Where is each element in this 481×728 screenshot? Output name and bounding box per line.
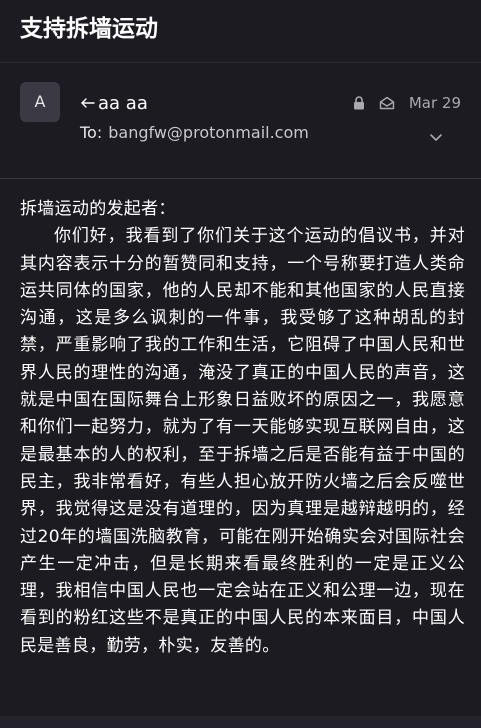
envelope-open-icon[interactable] xyxy=(379,96,395,110)
message-header[interactable]: A aa aa To: bangfw@protonmail.com Mar 29 xyxy=(0,63,481,178)
reply-arrow-icon xyxy=(80,96,96,110)
message-date: Mar 29 xyxy=(408,94,461,112)
sender-avatar[interactable]: A xyxy=(20,82,60,122)
message-paragraph: 你们好，我看到了你们关于这个运动的倡议书，并对其内容表示十分的暂赞同和支持，一个… xyxy=(20,226,465,656)
divider xyxy=(0,178,481,179)
message-body: 拆墙运动的发起者： 你们好，我看到了你们关于这个运动的倡议书，并对其内容表示十分… xyxy=(20,196,465,660)
message-meta: Mar 29 xyxy=(353,91,461,115)
recipient-address[interactable]: bangfw@protonmail.com xyxy=(108,123,309,142)
message-subject: 支持拆墙运动 xyxy=(20,16,158,42)
sender-name[interactable]: aa aa xyxy=(98,93,148,114)
to-label: To: xyxy=(80,123,103,142)
message-greeting: 拆墙运动的发起者： xyxy=(20,199,176,219)
chevron-down-icon[interactable] xyxy=(428,129,444,145)
lock-icon[interactable] xyxy=(353,96,365,110)
sender-row[interactable]: aa aa xyxy=(80,91,148,115)
bottom-bar xyxy=(0,716,481,728)
message-title-bar: 支持拆墙运动 xyxy=(0,0,481,62)
recipient-row[interactable]: To: bangfw@protonmail.com xyxy=(80,123,309,142)
